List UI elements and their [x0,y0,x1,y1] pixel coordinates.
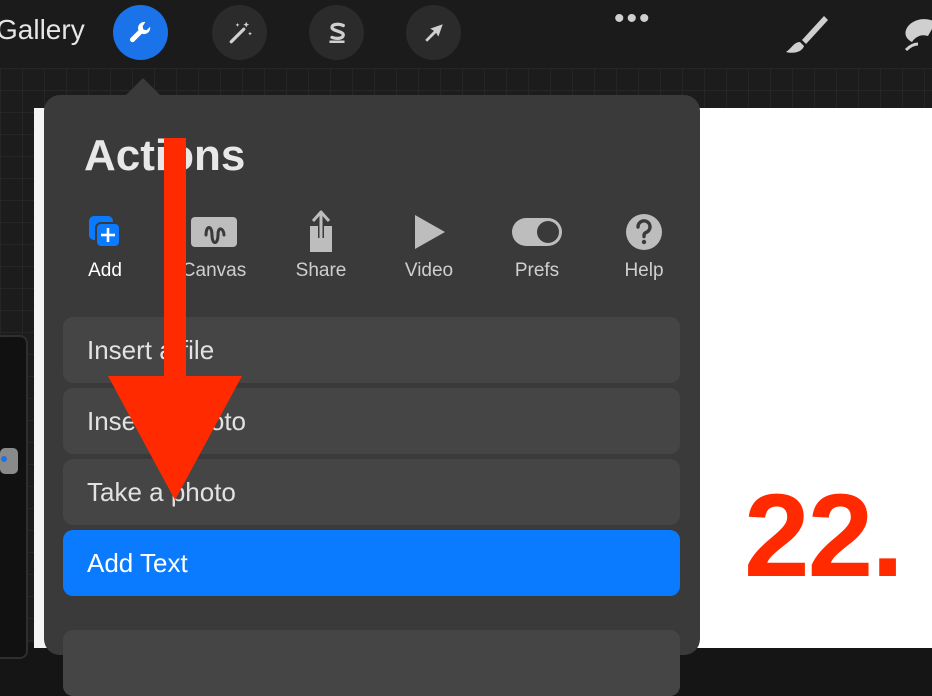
menu-item-label: Add Text [87,547,188,578]
play-icon [415,215,445,249]
adjustments-tool-button[interactable] [212,5,267,60]
tab-help-label: Help [624,260,664,281]
gallery-button[interactable]: Gallery [0,14,85,46]
question-icon [626,214,662,250]
smudge-icon [904,19,932,52]
red-arrow-annotation [108,138,242,500]
brush-size-slider[interactable] [0,335,28,659]
more-options-button[interactable]: ••• [614,2,652,36]
smudge-tool-button[interactable] [896,10,932,60]
tab-prefs-label: Prefs [514,260,560,281]
selection-tool-button[interactable] [309,5,364,60]
tab-help[interactable]: Help [599,210,689,282]
tab-video-label: Video [404,260,454,281]
toggle-icon [512,218,562,246]
tab-share[interactable]: Share [276,210,366,282]
transform-tool-button[interactable] [406,5,461,60]
menu-item-next[interactable] [63,630,680,696]
tab-share-label: Share [295,260,347,281]
brush-icon [786,16,828,53]
wrench-icon [129,21,150,42]
selection-s-icon [329,22,345,43]
popover-pointer [125,78,161,96]
tab-prefs[interactable]: Prefs [492,210,582,282]
share-icon [310,210,332,252]
slider-indicator-dot [1,456,7,462]
magic-wand-icon [229,21,252,43]
top-toolbar: Gallery ••• [0,0,932,68]
arrow-cursor-icon [424,23,443,42]
tab-video[interactable]: Video [384,210,474,282]
actions-tool-button[interactable] [113,5,168,60]
step-number-annotation: 22. [744,470,904,602]
menu-item-add-text[interactable]: Add Text [63,530,680,596]
brush-tool-button[interactable] [780,10,830,60]
